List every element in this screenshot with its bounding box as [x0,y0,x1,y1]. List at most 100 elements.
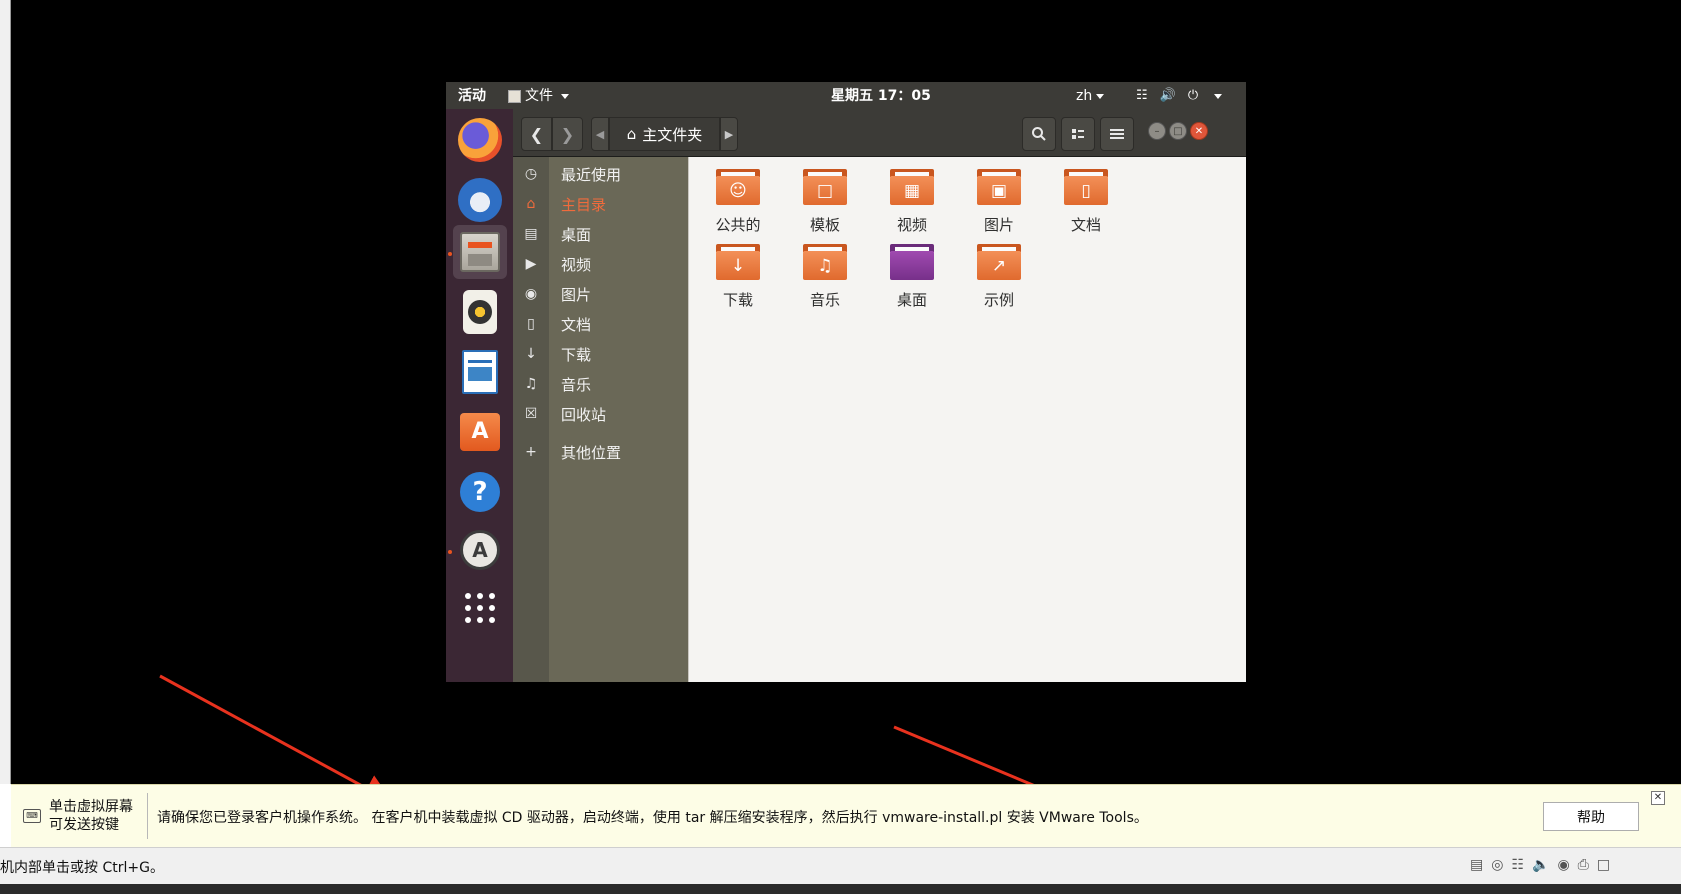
folder-label: 公共的 [715,216,761,234]
activities-button[interactable]: 活动 [458,87,486,105]
sidebar-item[interactable]: ◉ 图片 [513,279,688,309]
sidebar-item[interactable]: ☒ 回收站 [513,399,688,429]
places-sidebar: ◷ 最近使用 ⌂ 主目录 ▤ 桌面 ▶ 视频 ◉ 图片 ▯ 文档 ↓ 下载 ♫ 音乐 ☒ 回收站 + 其他位置 [513,157,688,682]
keyboard-hint-line1: 单击虚拟屏幕 [49,799,133,815]
hard-disk-icon[interactable]: ▤ [1470,857,1483,873]
video-icon: ▶ [525,256,537,272]
folder-label: 图片 [983,216,1014,234]
folder-item[interactable]: ▯ 文档 [1046,169,1126,239]
dock-item-software-updater[interactable]: A [453,523,507,577]
search-button[interactable] [1022,117,1056,151]
sidebar-item[interactable]: ◷ 最近使用 [513,159,688,189]
forward-button[interactable]: ❯ [552,117,583,151]
host-left-panel [0,0,11,784]
sidebar-item-label: 其他位置 [561,443,622,462]
path-scroll-right-button[interactable]: ▶ [720,117,738,151]
network-adapter-icon[interactable]: ☷ [1511,857,1524,873]
folder-view[interactable]: ☺ 公共的 □ 模板 ▦ 视频 ▣ 图片 ▯ 文档 ↓ 下载 ♫ 音乐 桌面 ↗ 示例 [688,157,1246,682]
view-options-button[interactable] [1061,117,1095,151]
folder-item[interactable]: 桌面 [872,244,952,314]
path-scroll-left-button[interactable]: ◀ [591,117,609,151]
keyboard-icon: ⌨ [23,809,41,823]
public-folder-icon: ☺ [716,169,760,205]
chevron-down-icon [1096,93,1105,99]
music-icon: ♫ [524,376,538,392]
folder-label: 模板 [809,216,840,234]
sidebar-item[interactable]: ♫ 音乐 [513,369,688,399]
usb-device-icon[interactable]: ◉ [1557,857,1569,873]
dock-item-writer[interactable] [453,345,507,399]
sidebar-item-label: 桌面 [561,225,592,244]
hamburger-menu-button[interactable] [1100,117,1134,151]
desktop-folder-icon [890,244,934,280]
sound-card-icon[interactable]: 🔈 [1532,857,1549,873]
hamburger-icon [1110,129,1124,139]
files-window: ❮ ❯ ◀ ⌂ 主文件夹 ▶ – □ ✕ ◷ 最近使用 ⌂ 主目录 ▤ 桌面 ▶… [513,109,1246,682]
system-tray[interactable]: ☷ 🔊 ⏻ [1136,87,1223,105]
list-view-icon [1072,129,1084,139]
printer-icon[interactable]: ⎙ [1578,857,1589,873]
window-controls: – □ ✕ [1148,122,1208,140]
help-button[interactable]: 帮助 [1543,802,1639,831]
folder-item[interactable]: □ 模板 [785,169,865,239]
vmware-tools-notice-bar: ⌨ 单击虚拟屏幕 可发送按键 请确保您已登录客户机操作系统。 在客户机中装载虚拟… [11,784,1681,847]
sidebar-item-label: 下载 [561,345,592,364]
dock-item-firefox[interactable] [453,113,507,167]
sidebar-item-label: 主目录 [561,195,607,214]
maximize-icon: □ [1173,125,1183,137]
dock-item-files[interactable] [453,225,507,279]
sidebar-item[interactable]: + 其他位置 [513,437,688,467]
folder-item[interactable]: ▦ 视频 [872,169,952,239]
input-language-indicator[interactable]: zh [1076,87,1105,105]
dock-item-show-applications[interactable] [453,581,507,635]
search-icon [1032,127,1046,141]
sidebar-item[interactable]: ▤ 桌面 [513,219,688,249]
folder-item[interactable]: ♫ 音乐 [785,244,865,314]
header-bar: ❮ ❯ ◀ ⌂ 主文件夹 ▶ – □ ✕ [513,109,1246,157]
help-icon: ? [460,472,500,512]
close-button[interactable]: ✕ [1190,122,1208,140]
dock-item-software[interactable]: A [453,405,507,459]
chevron-right-icon: ❯ [560,124,575,144]
power-icon: ⏻ [1187,88,1199,103]
folder-item[interactable]: ☺ 公共的 [698,169,778,239]
files-icon [460,232,500,272]
folder-item[interactable]: ↗ 示例 [959,244,1039,314]
folder-label: 示例 [983,291,1014,309]
running-indicator [448,550,452,554]
sidebar-item-label: 最近使用 [561,165,622,184]
cd-dvd-icon[interactable]: ◎ [1491,857,1503,873]
back-button[interactable]: ❮ [521,117,552,151]
folder-item[interactable]: ↓ 下载 [698,244,778,314]
folder-label: 文档 [1070,216,1101,234]
device-indicators: ▤ ◎ ☷ 🔈 ◉ ⎙ □ [1470,857,1610,873]
sidebar-item[interactable]: ⌂ 主目录 [513,189,688,219]
ubuntu-desktop[interactable]: 活动 文件 星期五 17：05 zh ☷ 🔊 ⏻ A ? A ❮ ❯ ◀ ⌂ 主… [446,82,1246,682]
sidebar-item[interactable]: ▯ 文档 [513,309,688,339]
dock-item-thunderbird[interactable] [453,173,507,227]
videos-folder-icon: ▦ [890,169,934,205]
close-icon: ✕ [1653,792,1663,803]
trash-icon: ☒ [524,406,538,422]
folder-item[interactable]: ▣ 图片 [959,169,1039,239]
sidebar-item-label: 图片 [561,285,592,304]
music-folder-icon: ♫ [803,244,847,280]
sidebar-item[interactable]: ↓ 下载 [513,339,688,369]
dock-item-help[interactable]: ? [453,465,507,519]
message-log-icon[interactable]: □ [1597,857,1610,873]
dock-item-rhythmbox[interactable] [453,285,507,339]
running-indicator [448,252,452,256]
writer-icon [462,350,498,394]
path-bar-home-button[interactable]: ⌂ 主文件夹 [609,117,720,151]
files-app-menu[interactable]: 文件 [508,87,569,105]
notice-close-button[interactable]: ✕ [1651,791,1665,805]
home-icon: ⌂ [526,196,536,212]
folder-label: 视频 [896,216,927,234]
minimize-button[interactable]: – [1148,122,1166,140]
keyboard-hint: 单击虚拟屏幕 可发送按键 [49,798,133,834]
maximize-button[interactable]: □ [1169,122,1187,140]
vmware-workstation: 活动 文件 星期五 17：05 zh ☷ 🔊 ⏻ A ? A ❮ ❯ ◀ ⌂ 主… [0,0,1681,894]
clock[interactable]: 星期五 17：05 [831,87,931,105]
documents-folder-icon: ▯ [1064,169,1108,205]
sidebar-item[interactable]: ▶ 视频 [513,249,688,279]
